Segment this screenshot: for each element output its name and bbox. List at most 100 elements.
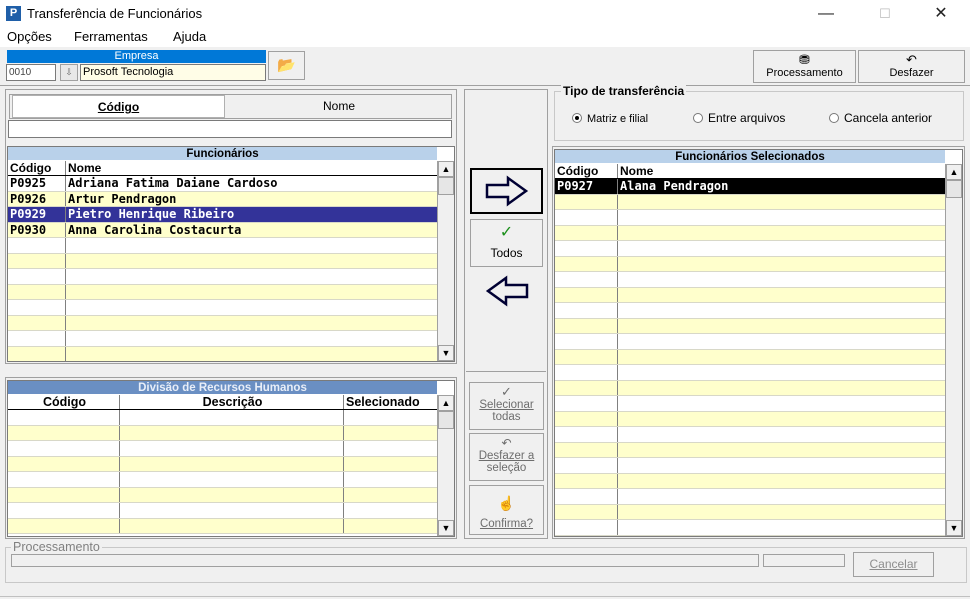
divisao-scrollbar[interactable]: ▲ ▼: [437, 395, 454, 536]
row-nome: Artur Pendragon: [68, 191, 177, 206]
selecionados-scrollbar[interactable]: ▲ ▼: [945, 164, 962, 536]
search-input[interactable]: [8, 120, 452, 138]
scroll-thumb[interactable]: [438, 411, 454, 429]
empty-row: [8, 238, 437, 254]
scroll-down-icon[interactable]: ▼: [438, 345, 454, 361]
progress-bar: [11, 554, 759, 567]
scroll-up-icon[interactable]: ▲: [438, 395, 454, 411]
empty-row: [8, 269, 437, 285]
confirma-label: Confirma?: [479, 518, 534, 530]
menu-ajuda[interactable]: Ajuda: [173, 29, 206, 44]
menu-ferramentas[interactable]: Ferramentas: [74, 29, 148, 44]
empty-row: [555, 411, 945, 427]
row-codigo: P0927: [555, 179, 618, 194]
col-nome: Nome: [620, 164, 654, 178]
radio-matriz-filial[interactable]: Matriz e filial: [572, 111, 648, 125]
processamento-label: Processamento: [11, 540, 102, 554]
divisao-rows: [8, 410, 437, 534]
add-selected-button[interactable]: [470, 168, 543, 214]
radio-unchecked-icon: [829, 113, 839, 123]
desfazer-selecao-button[interactable]: ↶ Desfazer a seleção: [469, 433, 544, 481]
empty-row: [555, 210, 945, 226]
radio-cancela-anterior[interactable]: Cancela anterior: [829, 111, 932, 125]
empty-row: [555, 365, 945, 381]
col-codigo: Código: [8, 161, 66, 175]
table-row-selected[interactable]: P0927 Alana Pendragon: [555, 179, 945, 195]
row-codigo: P0930: [8, 222, 66, 237]
desfazer-toolbar-button[interactable]: ↶ Desfazer: [858, 50, 965, 83]
funcionarios-title: Funcionários: [8, 147, 437, 161]
selecionar-label: Selecionar: [479, 399, 534, 411]
todas-label: todas: [492, 411, 521, 423]
empty-row: [555, 442, 945, 458]
open-folder-button[interactable]: 📂: [268, 51, 305, 80]
tab-codigo[interactable]: Código: [12, 95, 225, 118]
empty-row: [555, 241, 945, 257]
row-nome: Pietro Henrique Ribeiro: [68, 207, 235, 221]
divisao-title: Divisão de Recursos Humanos: [8, 381, 437, 395]
empresa-name-field: Prosoft Tecnologia: [80, 64, 266, 81]
close-button[interactable]: ✕: [918, 0, 964, 28]
table-row[interactable]: P0926 Artur Pendragon: [8, 191, 437, 207]
scroll-up-icon[interactable]: ▲: [946, 164, 962, 180]
empty-row: [555, 504, 945, 520]
funcionarios-grid: Funcionários Código Nome P0925 Adriana F…: [7, 146, 455, 362]
row-nome: Adriana Fatima Daiane Cardoso: [68, 176, 278, 190]
selecionar-todas-button[interactable]: ✓ Selecionar todas: [469, 382, 544, 430]
radio-entre-arquivos[interactable]: Entre arquivos: [693, 111, 785, 125]
empty-row: [8, 441, 437, 457]
arrow-left-icon: [485, 275, 528, 307]
divisao-header: Código Descrição Selecionado: [8, 395, 437, 410]
bottom-divider: [0, 596, 970, 597]
table-row[interactable]: P0925 Adriana Fatima Daiane Cardoso: [8, 176, 437, 192]
empty-row: [555, 380, 945, 396]
search-tabs: Código Nome: [9, 94, 452, 119]
scroll-thumb[interactable]: [438, 177, 454, 195]
empty-row: [8, 315, 437, 331]
selecionados-grid: Funcionários Selecionados Código Nome P0…: [554, 149, 963, 537]
scroll-down-icon[interactable]: ▼: [438, 520, 454, 536]
funcionarios-rows: P0925 Adriana Fatima Daiane Cardoso P092…: [8, 176, 437, 361]
empty-row: [555, 194, 945, 210]
maximize-button[interactable]: ☐: [862, 0, 908, 28]
empty-row: [8, 425, 437, 441]
processamento-button[interactable]: ⛃ Processamento: [753, 50, 856, 83]
scroll-up-icon[interactable]: ▲: [438, 161, 454, 177]
empty-row: [8, 487, 437, 503]
row-codigo: P0929: [8, 207, 66, 222]
empty-row: [555, 427, 945, 443]
empty-row: [8, 410, 437, 426]
table-row-selected[interactable]: P0929 Pietro Henrique Ribeiro: [8, 207, 437, 223]
minimize-button[interactable]: —: [803, 0, 849, 28]
radio-checked-icon: [572, 113, 582, 123]
scroll-thumb[interactable]: [946, 180, 962, 198]
cancelar-button[interactable]: Cancelar: [853, 552, 934, 577]
confirma-button[interactable]: ☝ Confirma?: [469, 485, 544, 535]
thumbs-up-icon: ☝: [497, 495, 516, 511]
empty-row: [8, 456, 437, 472]
tab-nome[interactable]: Nome: [227, 95, 451, 118]
table-row[interactable]: P0930 Anna Carolina Costacurta: [8, 222, 437, 238]
col-selecionado: Selecionado: [346, 395, 420, 409]
folder-icon: 📂: [277, 57, 296, 74]
empty-row: [8, 300, 437, 316]
row-nome: Anna Carolina Costacurta: [68, 222, 242, 237]
divisao-grid: Divisão de Recursos Humanos Código Descr…: [7, 380, 455, 537]
empresa-lookup-icon[interactable]: ⇩: [60, 64, 78, 81]
empty-row: [555, 458, 945, 474]
scroll-down-icon[interactable]: ▼: [946, 520, 962, 536]
menu-opcoes[interactable]: Opções: [7, 29, 52, 44]
selecionados-rows: P0927 Alana Pendragon: [555, 179, 945, 536]
funcionarios-scrollbar[interactable]: ▲ ▼: [437, 161, 454, 361]
col-codigo: Código: [555, 164, 618, 178]
row-nome: Alana Pendragon: [620, 179, 729, 193]
add-all-button[interactable]: ✓ Todos: [470, 219, 543, 267]
app-icon: P: [6, 6, 21, 21]
empty-row: [8, 503, 437, 519]
desfazer-toolbar-label: Desfazer: [889, 67, 934, 79]
empty-row: [8, 253, 437, 269]
empresa-code-field[interactable]: 0010: [6, 64, 56, 81]
remove-selected-button[interactable]: [470, 270, 543, 316]
undo-icon: ↶: [501, 436, 512, 450]
radio-unchecked-icon: [693, 113, 703, 123]
